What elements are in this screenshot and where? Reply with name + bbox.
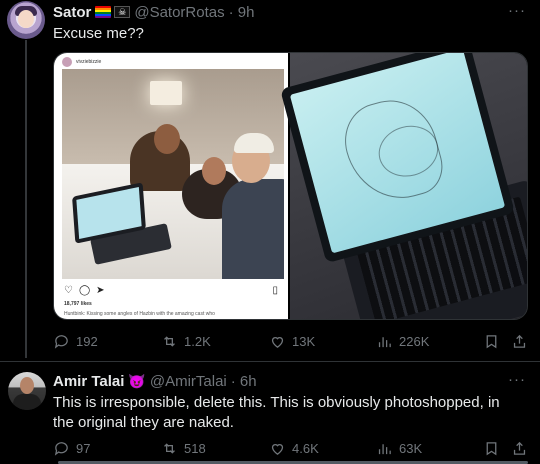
views-count: 226K bbox=[399, 333, 430, 349]
like-button[interactable]: 13K bbox=[269, 333, 315, 350]
display-name[interactable]: Sator bbox=[53, 4, 91, 21]
display-name[interactable]: Amir Talai bbox=[53, 373, 124, 390]
like-count: 4.6K bbox=[292, 440, 319, 456]
heart-icon: ♡ bbox=[64, 285, 73, 296]
reply-icon bbox=[54, 441, 68, 456]
post-header: Amir Talai 😈 @AmirTalai · 6h bbox=[53, 371, 257, 391]
post-text: Excuse me?? bbox=[53, 25, 144, 42]
ig-likes: 18,797 likes bbox=[64, 301, 92, 307]
views-count: 63K bbox=[399, 440, 423, 456]
views-icon bbox=[378, 336, 391, 347]
like-icon bbox=[271, 443, 284, 455]
post-actions: 192 1.2K 13K 226K bbox=[53, 331, 528, 351]
handle[interactable]: @AmirTalai bbox=[150, 373, 227, 390]
reply-button[interactable]: 192 bbox=[53, 333, 98, 350]
instagram-screenshot-image[interactable]: vivziebizzie ♡ ◯ ➤ ▯ 18,797 likes Huntbi… bbox=[54, 53, 290, 319]
avatar[interactable] bbox=[8, 372, 46, 410]
reply-button[interactable]: 97 bbox=[53, 440, 90, 457]
ig-action-icons: ♡ ◯ ➤ bbox=[64, 285, 105, 296]
ig-caption: Huntbink: Kissing some angles of Hazbin … bbox=[64, 311, 215, 317]
reply-count: 97 bbox=[76, 440, 91, 456]
timestamp[interactable]: · 6h bbox=[231, 373, 257, 390]
repost-icon bbox=[164, 335, 175, 347]
reply-icon bbox=[54, 334, 68, 349]
share-icon bbox=[513, 441, 526, 455]
avatar[interactable] bbox=[7, 1, 45, 39]
views-button[interactable]: 226K bbox=[376, 333, 429, 350]
laptop-closeup-image[interactable] bbox=[280, 53, 527, 319]
like-button[interactable]: 4.6K bbox=[269, 440, 319, 457]
more-icon[interactable]: ··· bbox=[508, 371, 526, 388]
save-icon: ▯ bbox=[272, 285, 278, 296]
bookmark-icon bbox=[486, 441, 497, 455]
rainbow-flag-icon bbox=[95, 6, 112, 18]
ig-username: vivziebizzie bbox=[76, 59, 102, 65]
ig-header: vivziebizzie bbox=[62, 57, 101, 67]
repost-icon bbox=[164, 442, 175, 454]
ig-avatar bbox=[62, 57, 72, 67]
send-icon: ➤ bbox=[96, 285, 105, 296]
share-button[interactable] bbox=[511, 440, 528, 457]
repost-button[interactable]: 1.2K bbox=[161, 333, 211, 350]
post-actions: 97 518 4.6K 63K bbox=[53, 438, 528, 458]
repost-count: 1.2K bbox=[184, 333, 211, 349]
bookmark-button[interactable] bbox=[483, 440, 500, 457]
ig-photo bbox=[62, 69, 284, 279]
devil-emoji-icon: 😈 bbox=[128, 373, 146, 389]
bookmark-button[interactable] bbox=[483, 333, 500, 350]
post-media[interactable]: vivziebizzie ♡ ◯ ➤ ▯ 18,797 likes Huntbi… bbox=[53, 52, 528, 320]
like-count: 13K bbox=[292, 333, 316, 349]
timestamp[interactable]: · 9h bbox=[229, 4, 255, 21]
lamp bbox=[150, 81, 182, 105]
more-icon[interactable]: ··· bbox=[508, 2, 526, 19]
share-icon bbox=[513, 334, 526, 348]
repost-button[interactable]: 518 bbox=[161, 440, 206, 457]
share-button[interactable] bbox=[511, 333, 528, 350]
reply-count: 192 bbox=[76, 333, 98, 349]
bookmark-icon bbox=[486, 334, 497, 348]
pirate-flag-icon: ☠ bbox=[114, 6, 131, 18]
post-text: This is irresponsible, delete this. This… bbox=[53, 394, 500, 431]
handle[interactable]: @SatorRotas bbox=[134, 4, 224, 21]
like-icon bbox=[271, 336, 284, 348]
repost-count: 518 bbox=[184, 440, 206, 456]
post-header: Sator ☠ @SatorRotas · 9h bbox=[53, 2, 254, 22]
divider bbox=[0, 361, 540, 362]
views-icon bbox=[378, 443, 391, 454]
views-button[interactable]: 63K bbox=[376, 440, 422, 457]
thread-line bbox=[25, 40, 27, 358]
comment-icon: ◯ bbox=[78, 285, 91, 296]
